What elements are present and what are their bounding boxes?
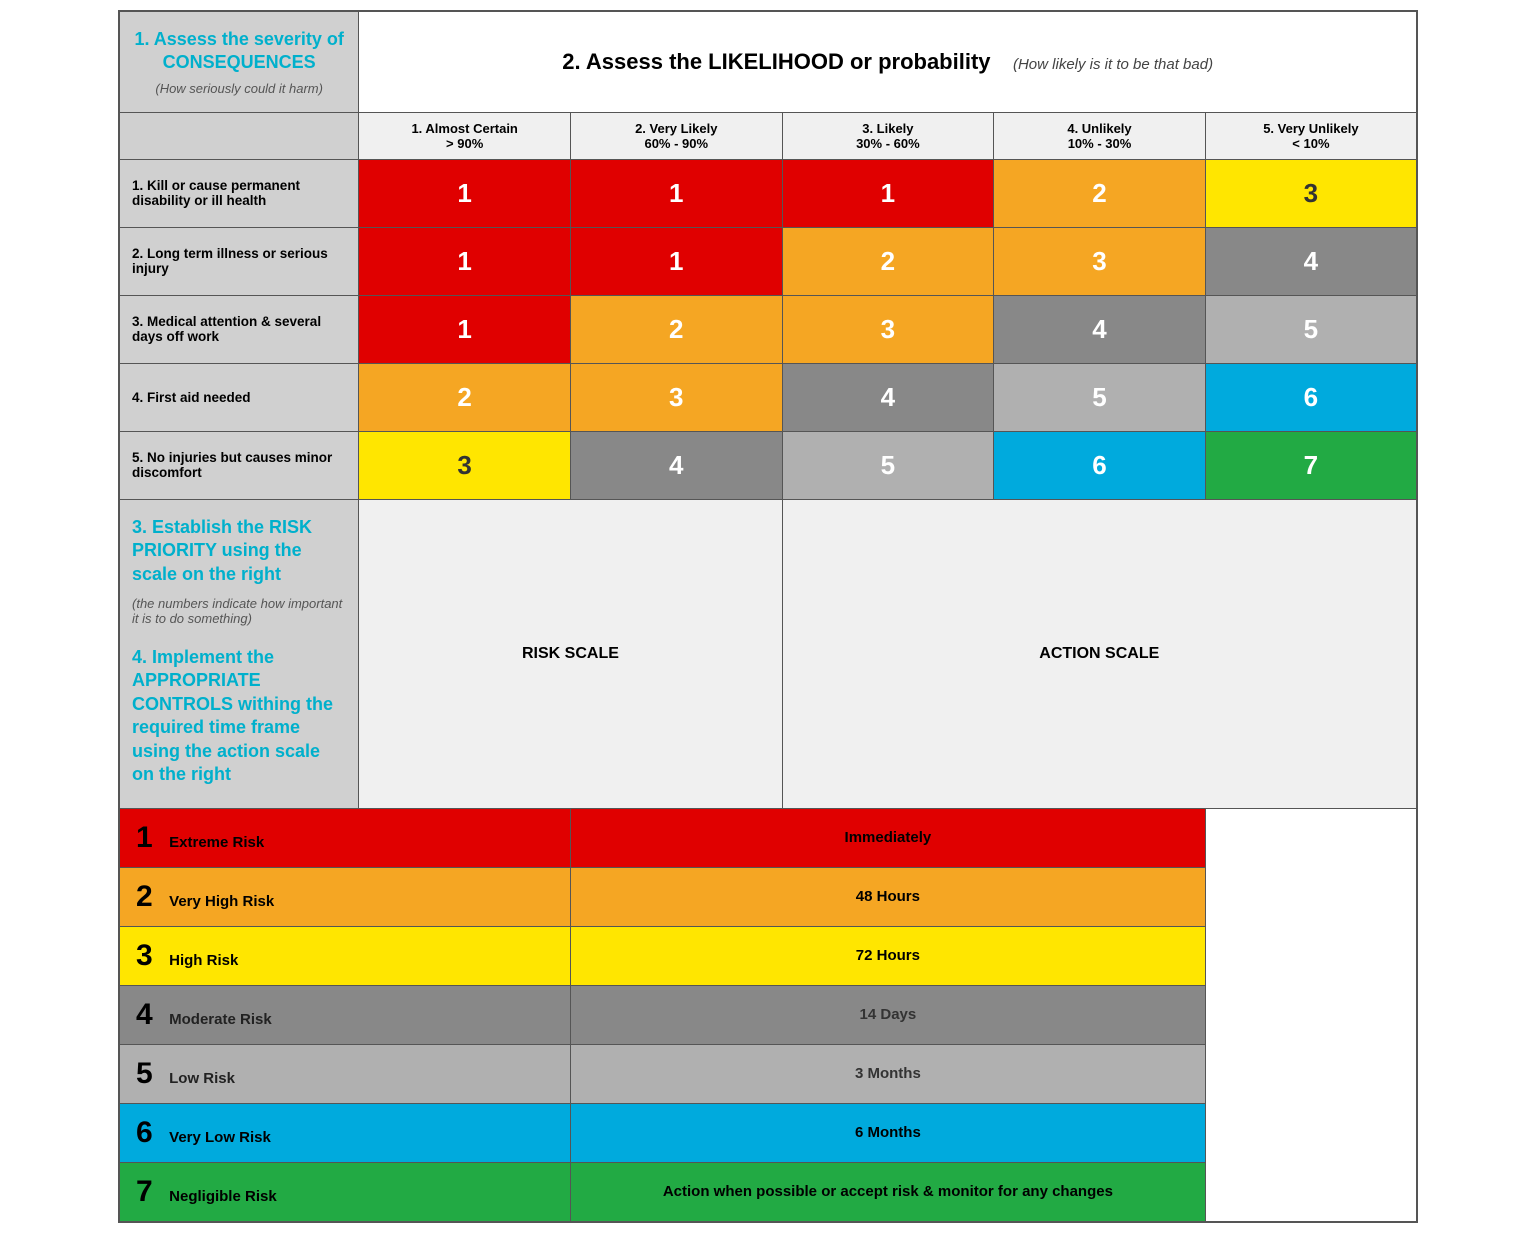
cell-4-3: 4	[782, 363, 994, 431]
step1-sub: (How seriously could it harm)	[132, 81, 346, 96]
likelihood-col-3: 3. Likely 30% - 60%	[782, 112, 994, 159]
action-cell-2: 48 Hours	[570, 868, 1205, 927]
step1-title: 1. Assess the severity of CONSEQUENCES	[132, 28, 346, 75]
consequence-row-5: 5. No injuries but causes minor discomfo…	[119, 431, 1417, 499]
risk-scale-cell-4: 4 Moderate Risk	[119, 986, 570, 1045]
risk-scale-cell-7: 7 Negligible Risk	[119, 1163, 570, 1223]
cell-4-1: 2	[359, 363, 571, 431]
consequence-3-label: 3. Medical attention & several days off …	[119, 295, 359, 363]
risk-row-4: 4 Moderate Risk 14 Days	[119, 986, 1417, 1045]
likelihood-col-4: 4. Unlikely 10% - 30%	[994, 112, 1206, 159]
action-cell-6: 6 Months	[570, 1104, 1205, 1163]
cell-1-3: 1	[782, 159, 994, 227]
consequence-2-label: 2. Long term illness or serious injury	[119, 227, 359, 295]
consequence-4-label: 4. First aid needed	[119, 363, 359, 431]
action-scale-header: ACTION SCALE	[782, 499, 1417, 809]
cell-2-1: 1	[359, 227, 571, 295]
consequence-row-2: 2. Long term illness or serious injury 1…	[119, 227, 1417, 295]
cell-1-1: 1	[359, 159, 571, 227]
cell-5-2: 4	[570, 431, 782, 499]
step4-title: 4. Implement the APPROPRIATE CONTROLS wi…	[132, 646, 346, 786]
action-cell-3: 72 Hours	[570, 927, 1205, 986]
risk-scale-cell-5: 5 Low Risk	[119, 1045, 570, 1104]
likelihood-col-2: 2. Very Likely 60% - 90%	[570, 112, 782, 159]
cell-3-5: 5	[1205, 295, 1417, 363]
risk-row-1: 1 Extreme Risk Immediately	[119, 809, 1417, 868]
step2-italic: (How likely is it to be that bad)	[1013, 56, 1213, 73]
cell-4-2: 3	[570, 363, 782, 431]
consequence-5-label: 5. No injuries but causes minor discomfo…	[119, 431, 359, 499]
cell-3-2: 2	[570, 295, 782, 363]
cell-5-4: 6	[994, 431, 1206, 499]
cell-2-2: 1	[570, 227, 782, 295]
cell-1-4: 2	[994, 159, 1206, 227]
cell-3-4: 4	[994, 295, 1206, 363]
action-cell-1: Immediately	[570, 809, 1205, 868]
risk-row-2: 2 Very High Risk 48 Hours	[119, 868, 1417, 927]
risk-row-7: 7 Negligible Risk Action when possible o…	[119, 1163, 1417, 1223]
cell-3-1: 1	[359, 295, 571, 363]
consequence-row-4: 4. First aid needed 2 3 4 5 6	[119, 363, 1417, 431]
step3-sub: (the numbers indicate how important it i…	[132, 596, 346, 626]
risk-scale-header: RISK SCALE	[359, 499, 782, 809]
cell-5-5: 7	[1205, 431, 1417, 499]
scale-header-row: 3. Establish the RISK PRIORITY using the…	[119, 499, 1417, 809]
consequence-row-3: 3. Medical attention & several days off …	[119, 295, 1417, 363]
action-cell-4: 14 Days	[570, 986, 1205, 1045]
bottom-left-info: 3. Establish the RISK PRIORITY using the…	[119, 499, 359, 809]
risk-row-6: 6 Very Low Risk 6 Months	[119, 1104, 1417, 1163]
cell-2-3: 2	[782, 227, 994, 295]
risk-row-3: 3 High Risk 72 Hours	[119, 927, 1417, 986]
cell-1-5: 3	[1205, 159, 1417, 227]
risk-scale-cell-1: 1 Extreme Risk	[119, 809, 570, 868]
cell-2-5: 4	[1205, 227, 1417, 295]
action-cell-5: 3 Months	[570, 1045, 1205, 1104]
risk-scale-cell-6: 6 Very Low Risk	[119, 1104, 570, 1163]
cell-2-4: 3	[994, 227, 1206, 295]
action-cell-7: Action when possible or accept risk & mo…	[570, 1163, 1205, 1223]
consequence-row-1: 1. Kill or cause permanent disability or…	[119, 159, 1417, 227]
consequence-1-label: 1. Kill or cause permanent disability or…	[119, 159, 359, 227]
step1-header: 1. Assess the severity of CONSEQUENCES (…	[119, 11, 359, 112]
cell-4-5: 6	[1205, 363, 1417, 431]
cell-4-4: 5	[994, 363, 1206, 431]
risk-row-5: 5 Low Risk 3 Months	[119, 1045, 1417, 1104]
cell-1-2: 1	[570, 159, 782, 227]
risk-matrix-table: 1. Assess the severity of CONSEQUENCES (…	[118, 10, 1418, 1223]
risk-scale-cell-3: 3 High Risk	[119, 927, 570, 986]
likelihood-col-5: 5. Very Unlikely < 10%	[1205, 112, 1417, 159]
step3-title: 3. Establish the RISK PRIORITY using the…	[132, 516, 346, 586]
step2-title: 2. Assess the LIKELIHOOD or probability	[562, 49, 990, 74]
cell-5-3: 5	[782, 431, 994, 499]
cell-5-1: 3	[359, 431, 571, 499]
likelihood-col-1: 1. Almost Certain > 90%	[359, 112, 571, 159]
risk-scale-cell-2: 2 Very High Risk	[119, 868, 570, 927]
step2-header: 2. Assess the LIKELIHOOD or probability …	[359, 11, 1417, 112]
cell-3-3: 3	[782, 295, 994, 363]
